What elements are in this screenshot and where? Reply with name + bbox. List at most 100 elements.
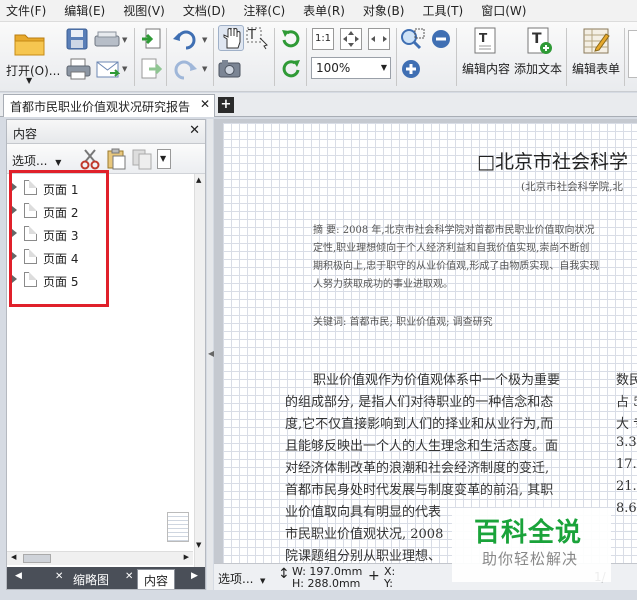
document-page[interactable]: □北京市社会科学 (北京市社会科学院,北 摘 要: 2008 年,北京市社会科学…	[223, 123, 637, 563]
fit-page-button[interactable]	[340, 28, 362, 50]
toolbar-separator	[624, 28, 625, 86]
toolbar-overflow-button[interactable]	[628, 30, 637, 78]
fit-width-icon	[371, 36, 387, 42]
body-line: 对经济体制改革的浪潮和社会经济制度的变迁,	[285, 461, 550, 476]
toolbar-separator	[306, 28, 307, 86]
cut-icon[interactable]	[79, 148, 101, 170]
status-options-dropdown[interactable]: 选项... ▼	[218, 570, 265, 587]
fit-width-button[interactable]	[368, 28, 390, 50]
zoom-out-icon[interactable]	[430, 28, 452, 50]
right-column-text: 大 专	[616, 417, 637, 432]
menu-edit[interactable]: 编辑(E)	[64, 2, 105, 19]
body-line: 市民职业价值观状况, 2008	[285, 527, 444, 542]
zoom-in-tool-icon[interactable]	[400, 28, 426, 50]
rotate-left-icon[interactable]	[279, 27, 303, 51]
redo-icon[interactable]	[172, 60, 198, 80]
chevron-down-icon[interactable]: ▼	[202, 65, 207, 73]
toolbar-separator	[456, 28, 457, 86]
new-tab-button[interactable]: +	[218, 97, 234, 113]
page-height-readout: H: 288.0mm	[292, 577, 361, 590]
panel-splitter[interactable]: ◀	[207, 119, 214, 590]
email-icon[interactable]	[96, 59, 120, 79]
menu-view[interactable]: 视图(V)	[123, 2, 165, 19]
rotate-right-icon[interactable]	[279, 57, 303, 81]
hand-tool-button[interactable]	[218, 25, 244, 51]
select-text-icon[interactable]: T	[246, 26, 270, 50]
chevron-down-icon[interactable]: ▼	[122, 36, 127, 44]
menu-document[interactable]: 文档(D)	[183, 2, 226, 19]
hand-icon	[223, 28, 241, 49]
scrollbar-thumb[interactable]	[23, 554, 51, 563]
chevron-down-icon: ▼	[55, 158, 62, 167]
import-icon[interactable]	[140, 28, 162, 50]
document-subtitle: (北京市社会科学院,北	[521, 181, 623, 193]
tab-scroll-right-icon[interactable]: ▶	[191, 571, 198, 581]
export-icon[interactable]	[140, 58, 162, 80]
menu-comment[interactable]: 注释(C)	[243, 2, 285, 19]
scroll-up-icon[interactable]: ▲	[196, 176, 201, 184]
menu-tools[interactable]: 工具(T)	[422, 2, 463, 19]
menu-window[interactable]: 窗口(W)	[481, 2, 526, 19]
toolbar: 打开(O)... ▼ ▼ ▼ ▼ ▼ T 1:1 100% ▼ T 编辑内容 T…	[0, 22, 637, 92]
print-icon[interactable]	[66, 58, 92, 80]
tab-contents[interactable]: 内容	[137, 569, 176, 589]
edit-form-icon	[583, 28, 610, 54]
close-icon[interactable]: ✕	[189, 123, 200, 138]
edit-content-label: 编辑内容	[462, 62, 511, 76]
scanner-icon[interactable]	[94, 30, 120, 50]
abstract-line: 人努力获取成功的事业进取观。	[313, 279, 453, 290]
zoom-select[interactable]: 100% ▼	[311, 57, 391, 79]
chevron-down-icon: ▼	[160, 154, 167, 163]
chevron-down-icon[interactable]: ▼	[202, 36, 207, 44]
document-tab[interactable]: 首都市民职业价值观状况研究报告 ✕	[3, 94, 215, 117]
save-icon[interactable]	[66, 28, 90, 50]
tab-thumbnails[interactable]: 缩略图	[67, 569, 115, 589]
right-column-text: 3.3%	[616, 435, 637, 450]
copy-icon[interactable]	[131, 148, 153, 170]
document-title: □北京市社会科学	[477, 151, 628, 173]
document-tab-title: 首都市民职业价值观状况研究报告	[10, 100, 191, 114]
scroll-right-icon[interactable]: ▶	[184, 553, 189, 561]
edit-form-label: 编辑表单	[572, 62, 621, 76]
edit-content-button[interactable]: T 编辑内容	[460, 24, 512, 88]
thumbnail-preview-icon	[167, 512, 189, 542]
close-icon[interactable]: ✕	[125, 571, 133, 582]
menu-bar: 文件(F) 编辑(E) 视图(V) 文档(D) 注释(C) 表单(R) 对象(B…	[0, 0, 637, 22]
close-icon[interactable]: ✕	[200, 97, 210, 111]
panel-header: 内容 ✕	[7, 120, 205, 144]
toolbar-separator	[134, 28, 135, 86]
vertical-scrollbar[interactable]: ▲ ▼	[194, 174, 205, 589]
crosshair-icon: +	[368, 568, 380, 584]
menu-file[interactable]: 文件(F)	[6, 2, 46, 19]
snapshot-icon[interactable]	[218, 59, 242, 79]
abstract-line: 摘 要: 2008 年,北京市社会科学院对首都市民职业价值取向状况	[313, 225, 595, 236]
menu-object[interactable]: 对象(B)	[363, 2, 405, 19]
tab-scroll-left-icon[interactable]: ◀	[15, 571, 22, 581]
paste-icon[interactable]	[105, 148, 127, 170]
edit-content-icon: T	[474, 27, 496, 54]
menu-form[interactable]: 表单(R)	[303, 2, 345, 19]
scroll-down-icon[interactable]: ▼	[196, 541, 201, 549]
actual-size-button[interactable]: 1:1	[312, 28, 334, 50]
close-icon[interactable]: ✕	[55, 571, 63, 582]
scroll-left-icon[interactable]: ◀	[11, 553, 16, 561]
open-button[interactable]: 打开(O)... ▼	[4, 26, 60, 88]
right-column-text: 8.6%	[616, 501, 637, 516]
zoom-in-icon[interactable]	[400, 58, 422, 80]
add-text-label: 添加文本	[514, 62, 563, 76]
add-text-button[interactable]: T 添加文本	[514, 24, 564, 88]
more-tools-button[interactable]: ▼	[157, 149, 171, 169]
cursor-y-readout: Y:	[384, 577, 393, 590]
open-label: 打开(O)...	[6, 64, 61, 78]
chevron-down-icon[interactable]: ▼	[122, 65, 127, 73]
panel-title: 内容	[13, 127, 38, 141]
svg-text:T: T	[479, 31, 488, 45]
horizontal-scrollbar[interactable]: ◀ ▶	[7, 551, 193, 565]
panel-tabs: ◀ ✕ 缩略图 ✕ 内容 ▶	[7, 567, 205, 589]
edit-form-button[interactable]: 编辑表单	[570, 24, 622, 88]
document-view[interactable]: □北京市社会科学 (北京市社会科学院,北 摘 要: 2008 年,北京市社会科学…	[214, 119, 637, 563]
body-line: 度,它不仅直接影响到人们的择业和从业行为,而	[285, 417, 554, 432]
options-dropdown[interactable]: 选项... ▼	[12, 152, 61, 169]
right-column-text: 17.8	[616, 457, 637, 472]
undo-icon[interactable]	[172, 30, 198, 50]
